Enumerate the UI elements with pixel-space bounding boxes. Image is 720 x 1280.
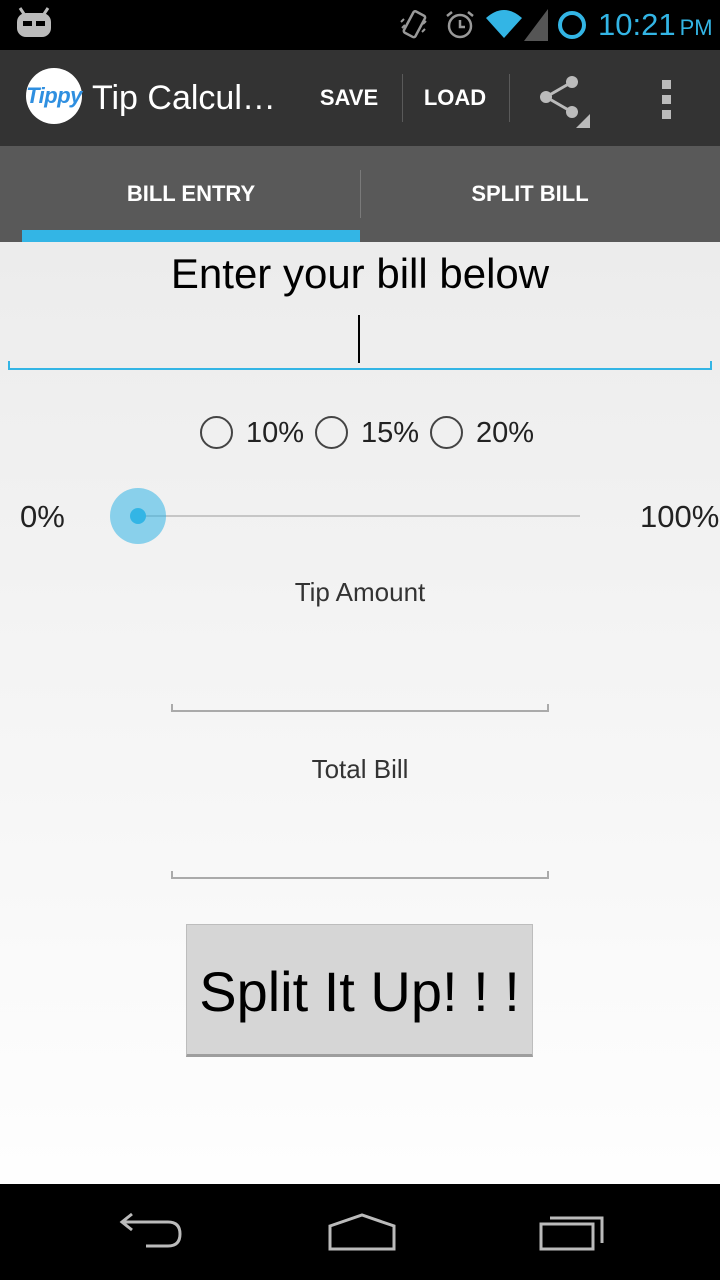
slider-max-label: 100% — [640, 499, 720, 534]
tip-amount-field[interactable] — [171, 702, 549, 712]
status-time-text: 10:21 — [598, 7, 676, 42]
back-icon — [119, 1212, 182, 1248]
wifi-icon — [484, 8, 524, 44]
signal-icon — [524, 9, 548, 45]
sync-ring-icon — [556, 9, 588, 45]
radio-circle-icon — [430, 416, 463, 449]
radio-circle-icon — [200, 416, 233, 449]
recent-apps-icon — [539, 1216, 604, 1251]
split-it-up-button[interactable]: Split It Up! ! ! — [186, 924, 533, 1057]
vibrate-icon — [398, 8, 430, 46]
action-divider — [509, 74, 510, 122]
app-title: Tip Calcul… — [92, 79, 276, 117]
tip-amount-label: Tip Amount — [294, 577, 426, 607]
status-bar: 10:21 PM — [0, 0, 720, 50]
slider-min-label: 0% — [20, 499, 65, 534]
tab-split-bill[interactable]: SPLIT BILL — [361, 146, 699, 242]
radio-circle-icon — [315, 416, 348, 449]
page-heading: Enter your bill below — [170, 250, 550, 297]
app-logo-icon[interactable]: Tippy — [26, 68, 82, 124]
total-bill-field[interactable] — [171, 869, 549, 879]
radio-label: 15% — [361, 417, 420, 449]
status-clock: 10:21 PM — [598, 6, 713, 47]
home-button[interactable] — [300, 1184, 420, 1280]
cyanogen-robot-icon — [14, 6, 54, 44]
home-icon — [328, 1213, 396, 1251]
bill-amount-input[interactable] — [8, 312, 712, 372]
text-cursor — [358, 315, 360, 363]
alarm-icon — [444, 9, 476, 45]
share-icon — [540, 76, 590, 128]
app-logo-text: Tippy — [26, 83, 82, 108]
tab-selected-indicator — [22, 230, 360, 242]
back-button[interactable] — [90, 1184, 210, 1280]
tab-bill-entry[interactable]: BILL ENTRY — [22, 146, 360, 242]
navigation-bar — [0, 1184, 720, 1280]
slider-track — [138, 515, 580, 517]
status-ampm: PM — [679, 15, 713, 40]
bill-entry-panel: Enter your bill below 10% 15% 20% 0% 100… — [0, 242, 720, 1184]
load-button[interactable]: LOAD — [404, 50, 506, 146]
save-button[interactable]: SAVE — [300, 50, 398, 146]
recent-apps-button[interactable] — [512, 1184, 632, 1280]
share-button[interactable] — [512, 50, 608, 146]
tip-percent-slider[interactable] — [110, 486, 582, 546]
tab-bar: BILL ENTRY SPLIT BILL — [0, 146, 720, 242]
radio-label: 20% — [476, 417, 535, 449]
slider-thumb[interactable] — [110, 488, 166, 544]
total-bill-label: Total Bill — [311, 754, 409, 784]
action-bar: Tippy Tip Calcul… SAVE LOAD — [0, 50, 720, 146]
overflow-menu-button[interactable] — [640, 50, 696, 146]
action-divider — [402, 74, 403, 122]
radio-label: 10% — [246, 417, 305, 449]
